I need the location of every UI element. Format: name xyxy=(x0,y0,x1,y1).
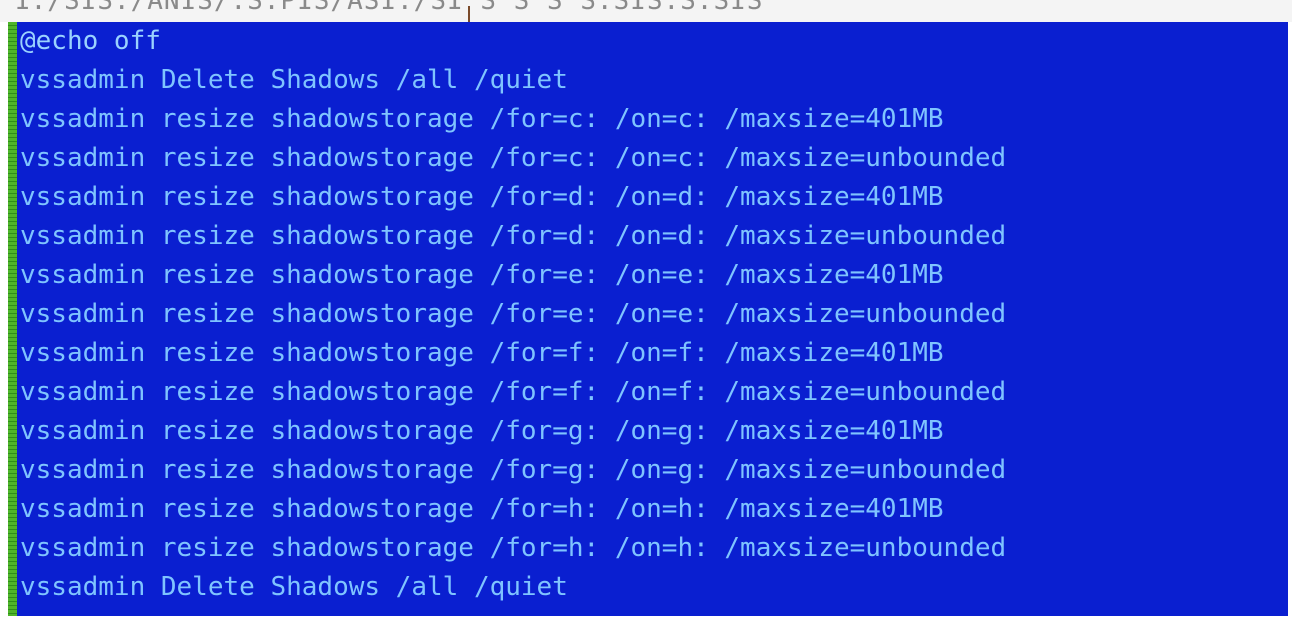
editor-window: 1:/SIS./ANIS/.S:PIS/ASI:/SI S S S S:SIS:… xyxy=(0,0,1292,633)
code-line[interactable]: vssadmin resize shadowstorage /for=d: /o… xyxy=(20,178,944,217)
change-gutter xyxy=(8,22,17,616)
code-line[interactable]: vssadmin Delete Shadows /all /quiet xyxy=(20,61,568,100)
code-line[interactable]: vssadmin resize shadowstorage /for=e: /o… xyxy=(20,256,944,295)
code-line[interactable]: vssadmin resize shadowstorage /for=h: /o… xyxy=(20,490,944,529)
code-line[interactable]: vssadmin resize shadowstorage /for=f: /o… xyxy=(20,373,1006,412)
code-editor[interactable]: @echo off vssadmin Delete Shadows /all /… xyxy=(0,22,1292,633)
cut-off-text: 1:/SIS./ANIS/.S:PIS/ASI:/SI S S S S:SIS:… xyxy=(14,0,764,16)
code-line[interactable]: vssadmin resize shadowstorage /for=g: /o… xyxy=(20,412,944,451)
code-line[interactable]: vssadmin resize shadowstorage /for=c: /o… xyxy=(20,100,944,139)
code-line[interactable]: vssadmin resize shadowstorage /for=g: /o… xyxy=(20,451,1006,490)
code-line[interactable]: vssadmin resize shadowstorage /for=c: /o… xyxy=(20,139,1006,178)
editor-bottom-margin xyxy=(0,616,1292,633)
cursor-marker xyxy=(468,6,470,22)
code-selection[interactable]: @echo off vssadmin Delete Shadows /all /… xyxy=(17,22,1288,616)
code-line[interactable]: vssadmin resize shadowstorage /for=h: /o… xyxy=(20,529,1006,568)
previous-line-strip: 1:/SIS./ANIS/.S:PIS/ASI:/SI S S S S:SIS:… xyxy=(0,0,1292,23)
code-line[interactable]: vssadmin resize shadowstorage /for=f: /o… xyxy=(20,334,944,373)
code-line[interactable]: vssadmin resize shadowstorage /for=e: /o… xyxy=(20,295,1006,334)
code-line[interactable]: vssadmin Delete Shadows /all /quiet xyxy=(20,568,568,607)
code-line[interactable]: @echo off xyxy=(20,22,161,61)
code-line[interactable]: vssadmin resize shadowstorage /for=d: /o… xyxy=(20,217,1006,256)
